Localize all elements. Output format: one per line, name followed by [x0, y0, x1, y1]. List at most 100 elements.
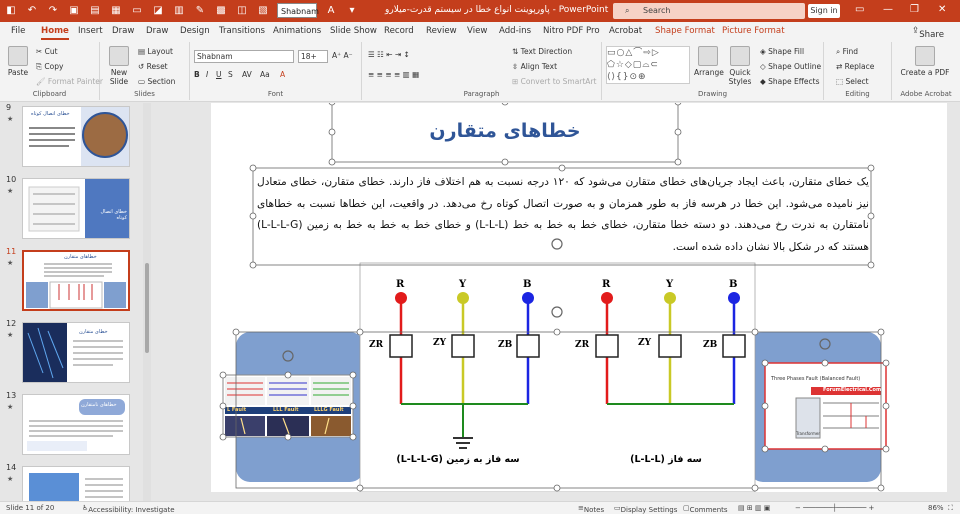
format-icon[interactable]: ◫ — [235, 4, 249, 18]
slide-body-text[interactable]: یک خطای متقارن، باعث ایجاد جریان‌های خطا… — [257, 172, 869, 258]
arrange-label: Arrange — [694, 68, 724, 77]
tab-view[interactable]: View — [467, 26, 487, 36]
tab-picture-format[interactable]: Picture Format — [722, 26, 785, 36]
create-pdf-button[interactable]: Create a PDF — [900, 46, 950, 77]
accessibility-status[interactable]: ♿ Accessibility: Investigate — [82, 504, 175, 514]
bullets-icon[interactable]: ☰ ☷ ⇤ ⇥ ↕ — [368, 50, 410, 59]
strikethrough-icon[interactable]: S — [228, 70, 233, 79]
search-box[interactable]: ⌕ Search — [613, 3, 805, 19]
shape-fill-button[interactable]: ◈ Shape Fill — [760, 47, 804, 56]
font-color-icon[interactable]: A — [280, 70, 285, 79]
reset-button[interactable]: ↺ Reset — [138, 62, 168, 71]
maximize-icon[interactable]: ❐ — [910, 4, 919, 15]
tab-animations[interactable]: Animations — [273, 26, 321, 36]
tab-shape-format[interactable]: Shape Format — [655, 26, 715, 36]
thumbnail-row[interactable]: 10 ★ خطای اتصال کوتاه — [0, 175, 152, 245]
close-icon[interactable]: ✕ — [938, 4, 946, 15]
slide-thumbnail[interactable] — [22, 466, 130, 501]
bold-icon[interactable]: B — [194, 70, 200, 79]
dropdown-icon[interactable]: ▾ — [345, 4, 359, 18]
slide-thumbnail[interactable]: خطای اتصال کوتاه — [22, 106, 130, 167]
smartart-button[interactable]: ⊞ Convert to SmartArt — [512, 77, 596, 86]
slide-thumbnail[interactable]: خطای اتصال کوتاه — [22, 178, 130, 239]
quick-styles-button[interactable]: Quick Styles — [724, 46, 756, 86]
thumbnail-row[interactable]: 13 ★ خطاهای نامتقارن — [0, 391, 152, 461]
thumbnail-row[interactable]: 11 ★ خطاهای متقارن — [0, 247, 152, 317]
section-button[interactable]: ▭ Section — [138, 77, 175, 86]
slide-thumbnail-selected[interactable]: خطاهای متقارن — [22, 250, 130, 311]
tab-insert[interactable]: Insert — [78, 26, 103, 36]
tab-nitro[interactable]: Nitro PDF Pro — [543, 26, 600, 36]
tab-slide-show[interactable]: Slide Show — [330, 26, 377, 36]
slide-title[interactable]: خطاهای متقارن — [332, 120, 678, 142]
tab-draw[interactable]: Draw — [112, 26, 134, 36]
share-button[interactable]: ⇪ Share — [912, 26, 944, 40]
find-button[interactable]: ⌕ Find — [836, 47, 858, 57]
table-icon[interactable]: ▦ — [109, 4, 123, 18]
slide-thumbnail[interactable]: خطاهای نامتقارن — [22, 394, 130, 455]
tab-home[interactable]: Home — [41, 26, 69, 40]
font-name-input[interactable]: Shabnam — [194, 50, 294, 63]
tab-acrobat[interactable]: Acrobat — [609, 26, 642, 36]
italic-icon[interactable]: I — [206, 70, 208, 79]
ribbon-display-icon[interactable]: ▭ — [855, 4, 864, 15]
shapes-gallery[interactable]: ▭○△⌒⇨▷ ⬠☆◇▢⌓⊂ ⟨⟩{}⊙⊕ — [606, 46, 690, 84]
paste-button[interactable]: Paste — [4, 46, 32, 77]
fit-slide-icon[interactable]: ⛶ — [948, 504, 953, 513]
thumbnail-number: 13 — [6, 391, 17, 400]
pen-icon[interactable]: ✎ — [193, 4, 207, 18]
select-button[interactable]: ⬚ Select — [836, 77, 869, 86]
thumbnail-row[interactable]: 14 ★ — [0, 463, 152, 501]
slide-canvas[interactable]: خطاهای متقارن یک خطای متقارن، باعث ایجاد… — [211, 103, 947, 492]
display-settings-button[interactable]: ▭ Display Settings — [614, 504, 677, 514]
new-slide-button[interactable]: New Slide — [104, 46, 134, 86]
align-text-button[interactable]: ⇳ Align Text — [512, 62, 557, 71]
arrange-icon[interactable]: ▧ — [256, 4, 270, 18]
tab-design[interactable]: Design — [180, 26, 210, 36]
align-icons[interactable]: ≡ ≡ ≡ ≡ ▥ ▦ — [368, 70, 419, 79]
thumbnail-row[interactable]: 9 ★ خطای اتصال کوتاه — [0, 103, 152, 173]
tab-draw-2[interactable]: Draw — [146, 26, 168, 36]
redo-icon[interactable]: ↷ — [46, 4, 60, 18]
layout-button[interactable]: ▤ Layout — [138, 47, 173, 56]
arrange-button[interactable]: Arrange — [694, 46, 724, 77]
minimize-icon[interactable]: — — [883, 4, 893, 15]
shape-icon[interactable]: ◪ — [151, 4, 165, 18]
char-spacing-icon[interactable]: AV — [242, 70, 252, 79]
replace-button[interactable]: ⇄ Replace — [836, 62, 874, 71]
text-color-icon[interactable]: A — [324, 4, 338, 18]
thumbnail-row[interactable]: 12 ★ خطای متقارن — [0, 319, 152, 389]
thumbnail-scrollbar[interactable] — [143, 103, 151, 501]
undo-icon[interactable]: ↶ — [25, 4, 39, 18]
text-direction-button[interactable]: ⇅ Text Direction — [512, 47, 572, 56]
format-painter-button[interactable]: 🖌 Format Painter — [36, 77, 103, 86]
tab-review[interactable]: Review — [426, 26, 457, 36]
start-presentation-icon[interactable]: ▣ — [67, 4, 81, 18]
scrollbar-thumb[interactable] — [145, 263, 149, 353]
zoom-level[interactable]: 86% — [928, 504, 944, 512]
grow-font-icon[interactable]: A⁺ A⁻ — [332, 51, 353, 60]
tab-transitions[interactable]: Transitions — [219, 26, 265, 36]
font-size-input[interactable]: 18+ — [298, 50, 328, 63]
cut-button[interactable]: ✂ Cut — [36, 47, 58, 56]
textbox-icon[interactable]: ▥ — [172, 4, 186, 18]
underline-icon[interactable]: U — [216, 70, 222, 79]
autosave-icon[interactable]: ◧ — [4, 4, 18, 18]
slide-thumbnail[interactable]: خطای متقارن — [22, 322, 130, 383]
change-case-icon[interactable]: Aa — [260, 70, 270, 79]
layout-icon[interactable]: ▤ — [88, 4, 102, 18]
zoom-slider[interactable]: − ───────┼─────── + — [795, 504, 874, 512]
copy-button[interactable]: ⎘ Copy — [36, 62, 63, 72]
tab-file[interactable]: File — [11, 26, 25, 36]
picture-icon[interactable]: ▭ — [130, 4, 144, 18]
shape-outline-button[interactable]: ◇ Shape Outline — [760, 62, 821, 71]
sign-in-button[interactable]: Sign in — [808, 4, 840, 18]
tab-record[interactable]: Record — [384, 26, 414, 36]
chart-icon[interactable]: ▩ — [214, 4, 228, 18]
view-buttons[interactable]: ▤ ⊞ ▥ ▣ — [738, 504, 770, 512]
font-name-combo[interactable]: Shabnam — [277, 3, 319, 18]
notes-button[interactable]: ≡ Notes — [578, 504, 604, 514]
comments-button[interactable]: ▢ Comments — [683, 504, 728, 514]
tab-add-ins[interactable]: Add-ins — [499, 26, 531, 36]
shape-effects-button[interactable]: ◆ Shape Effects — [760, 77, 820, 86]
